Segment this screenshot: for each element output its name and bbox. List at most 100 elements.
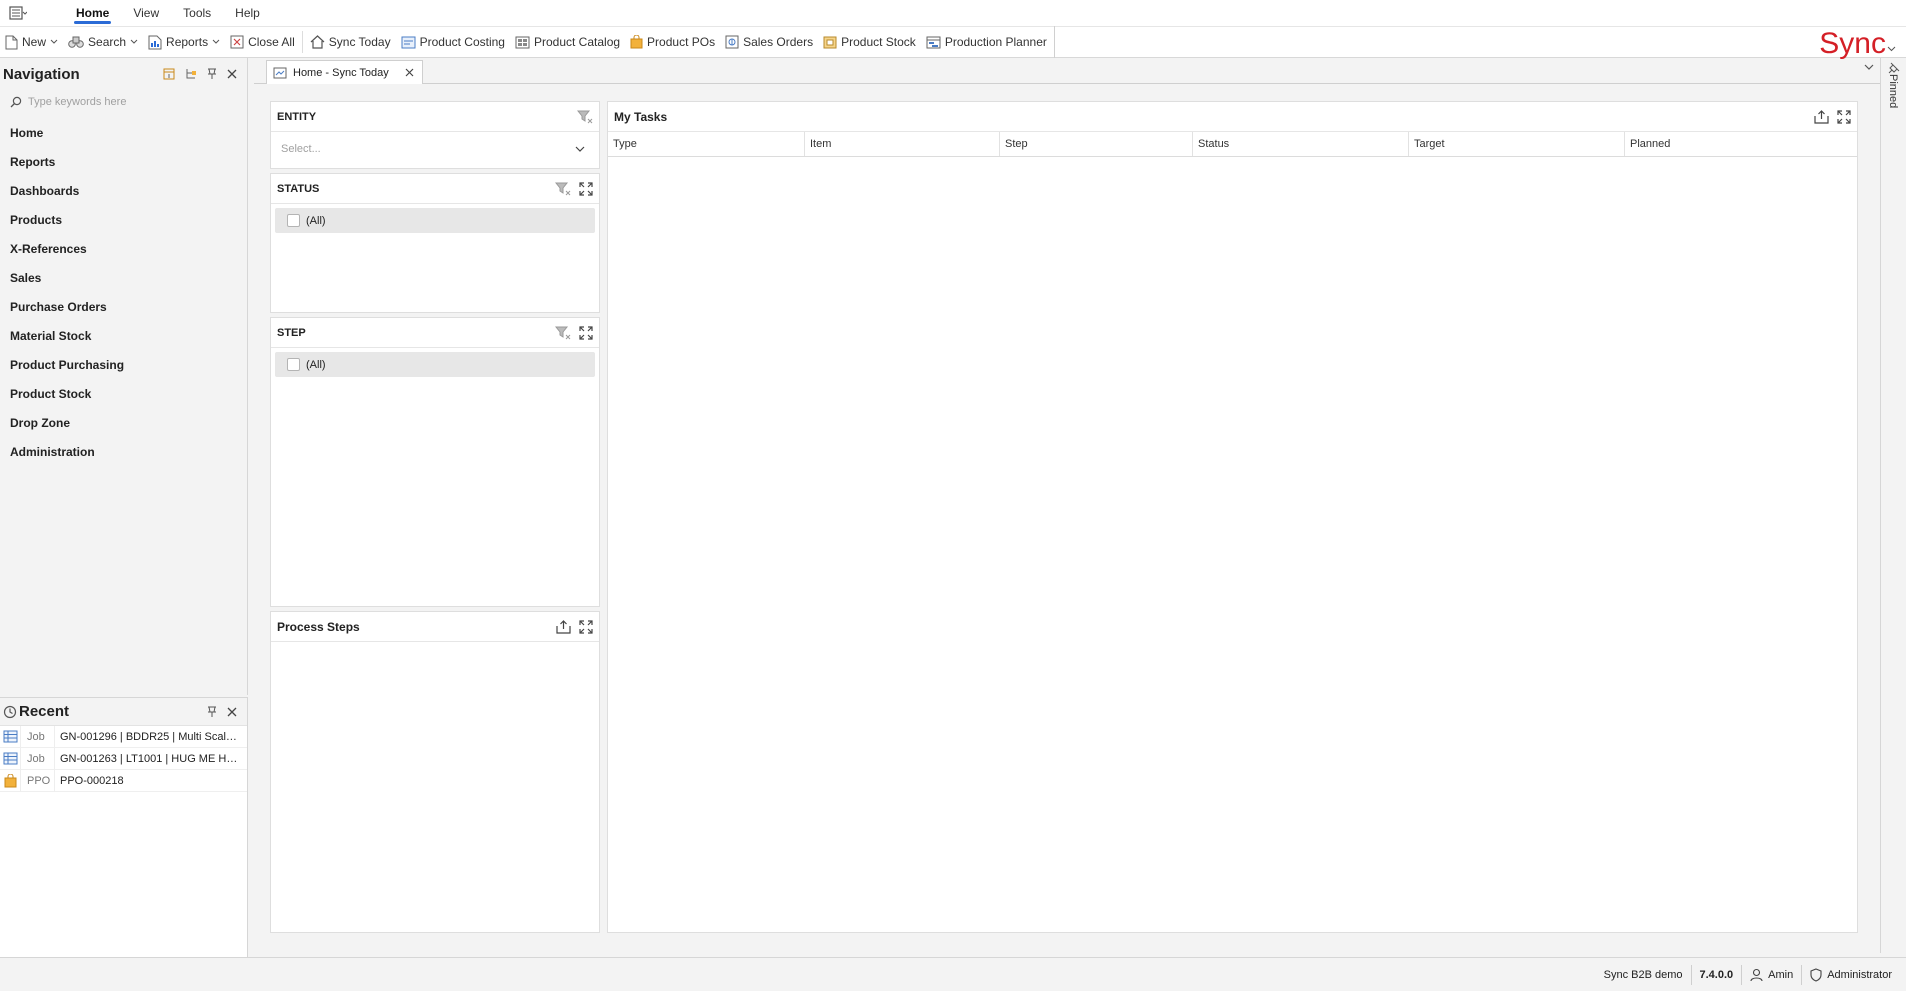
tasks-grid-body (608, 157, 1857, 927)
binoculars-icon (68, 36, 84, 48)
clear-filter-icon[interactable] (555, 326, 571, 340)
status-all-label: (All) (306, 214, 326, 227)
status-bar: Sync B2B demo 7.4.0.0 Amin Administrator (0, 957, 1906, 991)
column-header-item[interactable]: Item (805, 132, 1000, 156)
document-tab-strip: Home - Sync Today (254, 60, 1880, 84)
nav-item-product-purchasing[interactable]: Product Purchasing (0, 354, 247, 383)
reports-button[interactable]: Reports (143, 29, 225, 55)
recent-item-type: Job (20, 747, 54, 770)
home-icon (310, 35, 325, 49)
column-header-step[interactable]: Step (1000, 132, 1193, 156)
close-tab-icon[interactable] (405, 68, 414, 77)
search-button[interactable]: Search (63, 29, 143, 55)
product-stock-button[interactable]: Product Stock (818, 29, 921, 55)
tree-expand-icon[interactable] (185, 68, 197, 80)
chevron-down-icon (212, 39, 220, 44)
menu-tab-help[interactable]: Help (223, 0, 272, 26)
nav-item-material-stock[interactable]: Material Stock (0, 325, 247, 354)
version-indicator: 7.4.0.0 (1690, 964, 1742, 985)
user-indicator[interactable]: Amin (1741, 964, 1801, 985)
chevron-down-icon (130, 39, 138, 44)
step-all-label: (All) (306, 358, 326, 371)
navigation-list: Home Reports Dashboards Products X-Refer… (0, 122, 247, 470)
clear-filter-icon[interactable] (577, 110, 593, 124)
maximize-icon[interactable] (579, 325, 593, 340)
recent-item-type: PPO (20, 769, 54, 792)
navigation-header: Navigation (0, 58, 247, 90)
nav-item-administration[interactable]: Administration (0, 441, 247, 470)
nav-item-x-references[interactable]: X-References (0, 238, 247, 267)
product-costing-button[interactable]: Product Costing (396, 29, 510, 55)
status-filter-card: STATUS (All) (270, 173, 600, 313)
production-planner-label: Production Planner (944, 35, 1047, 49)
nav-item-products[interactable]: Products (0, 209, 247, 238)
new-button[interactable]: New (0, 29, 63, 55)
export-icon[interactable] (556, 619, 571, 634)
column-header-target[interactable]: Target (1409, 132, 1625, 156)
menu-tab-home[interactable]: Home (64, 0, 121, 26)
role-indicator[interactable]: Administrator (1801, 964, 1900, 985)
column-header-planned[interactable]: Planned (1625, 132, 1857, 156)
menu-tab-view[interactable]: View (121, 0, 171, 26)
chevron-down-icon (575, 146, 585, 152)
recent-item[interactable]: PPO PPO-000218 (0, 769, 247, 792)
close-icon[interactable] (227, 69, 237, 79)
maximize-icon[interactable] (579, 181, 593, 196)
product-pos-button[interactable]: Product POs (625, 29, 720, 55)
status-all-option[interactable]: (All) (275, 208, 595, 233)
sales-orders-button[interactable]: Sales Orders (720, 29, 818, 55)
close-icon[interactable] (227, 707, 237, 717)
chevron-down-icon[interactable] (1864, 64, 1874, 71)
process-steps-card: Process Steps (270, 611, 600, 933)
menu-tab-tools[interactable]: Tools (171, 0, 223, 26)
maximize-icon[interactable] (1837, 109, 1851, 124)
navigation-search-input[interactable] (28, 96, 228, 108)
home-dashboard: ENTITY Select... STATUS (All) STEP (All)… (254, 85, 1880, 953)
column-header-type[interactable]: Type (608, 132, 805, 156)
product-stock-label: Product Stock (841, 35, 916, 49)
dashboard-icon (273, 67, 287, 78)
production-planner-button[interactable]: Production Planner (921, 29, 1052, 55)
recent-item[interactable]: Job GN-001296 | BDDR25 | Multi Scale S..… (0, 725, 247, 748)
collapse-all-icon[interactable] (163, 68, 175, 80)
nav-item-reports[interactable]: Reports (0, 151, 247, 180)
environment-label: Sync B2B demo (1603, 968, 1683, 981)
pin-icon[interactable] (207, 68, 217, 80)
grid-icon (3, 752, 17, 765)
chevron-down-icon (1887, 46, 1896, 52)
entity-select[interactable]: Select... (277, 138, 593, 160)
app-menu-button[interactable] (0, 0, 36, 26)
status-all-checkbox[interactable] (287, 214, 300, 227)
reports-label: Reports (166, 35, 209, 49)
export-icon[interactable] (1814, 109, 1829, 124)
nav-item-product-stock[interactable]: Product Stock (0, 383, 247, 412)
product-pos-label: Product POs (647, 35, 716, 49)
product-catalog-button[interactable]: Product Catalog (510, 29, 625, 55)
entity-filter-card: ENTITY Select... (270, 101, 600, 169)
version-label: 7.4.0.0 (1699, 968, 1734, 981)
step-all-option[interactable]: (All) (275, 352, 595, 377)
sync-today-button[interactable]: Sync Today (305, 29, 396, 55)
document-tab-home[interactable]: Home - Sync Today (266, 60, 423, 84)
navigation-title: Navigation (3, 65, 80, 83)
clear-filter-icon[interactable] (555, 182, 571, 196)
step-all-checkbox[interactable] (287, 358, 300, 371)
maximize-icon[interactable] (579, 619, 593, 634)
nav-item-drop-zone[interactable]: Drop Zone (0, 412, 247, 441)
user-icon (1750, 968, 1763, 981)
nav-item-dashboards[interactable]: Dashboards (0, 180, 247, 209)
shopping-bag-icon (630, 35, 643, 49)
nav-item-sales[interactable]: Sales (0, 267, 247, 296)
pin-icon[interactable] (207, 706, 217, 718)
step-filter-card: STEP (All) (270, 317, 600, 607)
recent-panel: Recent Job GN-001296 | BDDR25 | Multi Sc… (0, 697, 248, 957)
nav-item-home[interactable]: Home (0, 122, 247, 151)
toolbar-separator (301, 31, 303, 53)
close-all-button[interactable]: Close All (225, 29, 300, 55)
nav-item-purchase-orders[interactable]: Purchase Orders (0, 296, 247, 325)
column-header-status[interactable]: Status (1193, 132, 1409, 156)
role-label: Administrator (1827, 968, 1892, 981)
pinned-strip[interactable]: Pinned (1880, 58, 1906, 953)
brand-logo[interactable]: Sync (1819, 29, 1896, 59)
recent-item[interactable]: Job GN-001263 | LT1001 | HUG ME HEA... (0, 747, 247, 770)
